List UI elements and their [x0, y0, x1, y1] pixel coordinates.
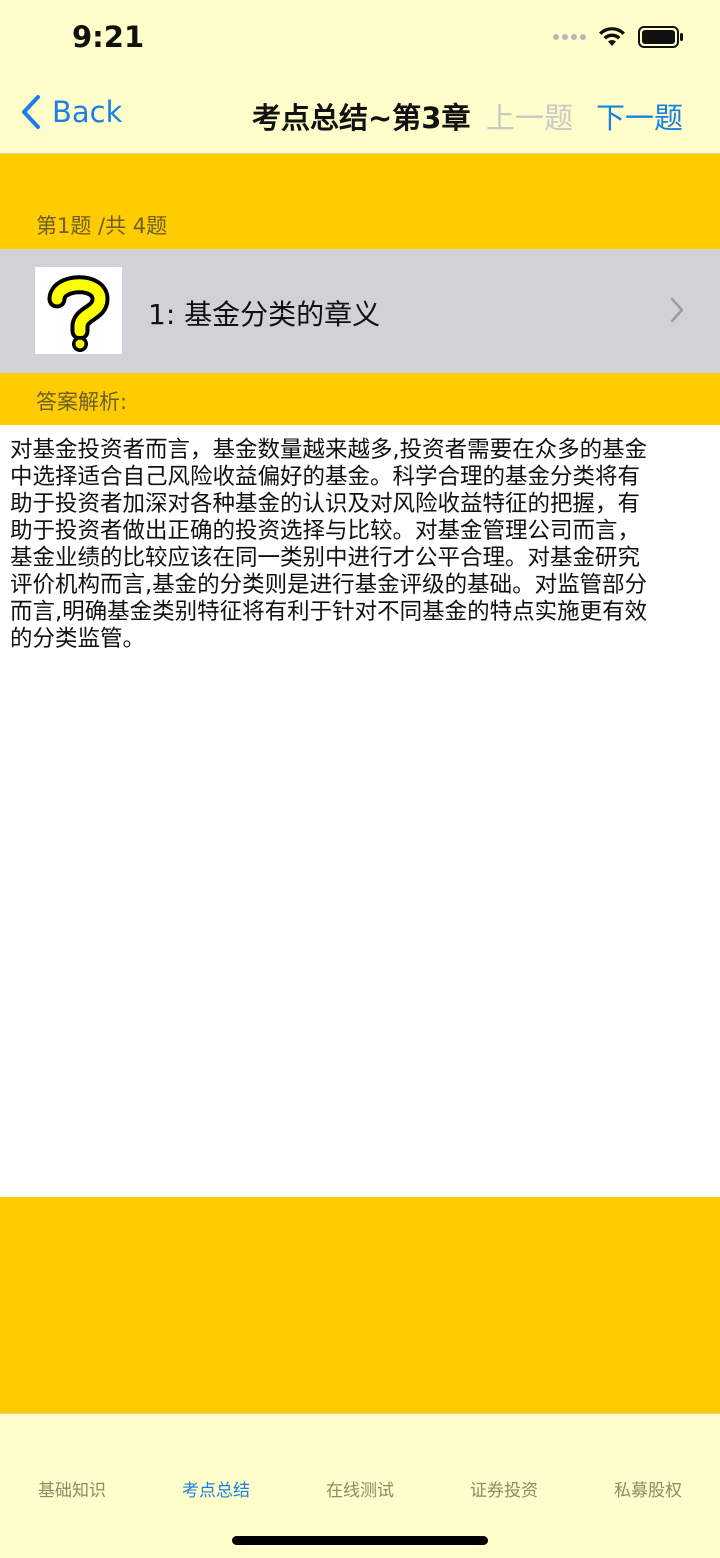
- tab-key-points[interactable]: 考点总结: [144, 1476, 288, 1501]
- battery-icon: [638, 26, 683, 48]
- wifi-icon: [599, 27, 625, 46]
- answer-label: 答案解析:: [36, 390, 128, 414]
- back-button[interactable]: Back: [20, 94, 122, 130]
- answer-section-header: 答案解析:: [0, 373, 720, 425]
- page-title: 考点总结~第3章: [252, 101, 471, 135]
- status-time: 9:21: [72, 20, 145, 54]
- screen: 9:21 Back 考点总结~第3章 上一题 下一题 第1题 /共 4题 1: …: [0, 0, 720, 1558]
- chevron-right-icon: [670, 297, 684, 323]
- tab-bar: 基础知识 考点总结 在线测试 证券投资 私募股权: [0, 1413, 720, 1558]
- previous-question-button[interactable]: 上一题: [486, 95, 573, 137]
- question-mark-icon: [35, 267, 122, 354]
- tab-basic-knowledge[interactable]: 基础知识: [0, 1476, 144, 1501]
- tab-private-equity[interactable]: 私募股权: [576, 1476, 720, 1501]
- back-label: Back: [52, 95, 123, 129]
- question-title: 1: 基金分类的章义: [148, 298, 381, 331]
- footer-band: [0, 1197, 720, 1413]
- answer-text: 对基金投资者而言，基金数量越来越多,投资者需要在众多的基金 中选择适合自己风险收…: [10, 437, 648, 652]
- question-counter: 第1题 /共 4题: [36, 214, 168, 238]
- signal-icon: [553, 34, 586, 40]
- navigation-header: 9:21 Back 考点总结~第3章 上一题 下一题: [0, 0, 720, 154]
- next-question-button[interactable]: 下一题: [596, 95, 683, 137]
- home-indicator[interactable]: [232, 1536, 488, 1545]
- question-row[interactable]: 1: 基金分类的章义: [0, 249, 720, 373]
- status-icons: [553, 26, 684, 48]
- chevron-left-icon: [22, 95, 40, 129]
- tab-securities-investment[interactable]: 证券投资: [432, 1476, 576, 1501]
- tab-online-test[interactable]: 在线测试: [288, 1476, 432, 1501]
